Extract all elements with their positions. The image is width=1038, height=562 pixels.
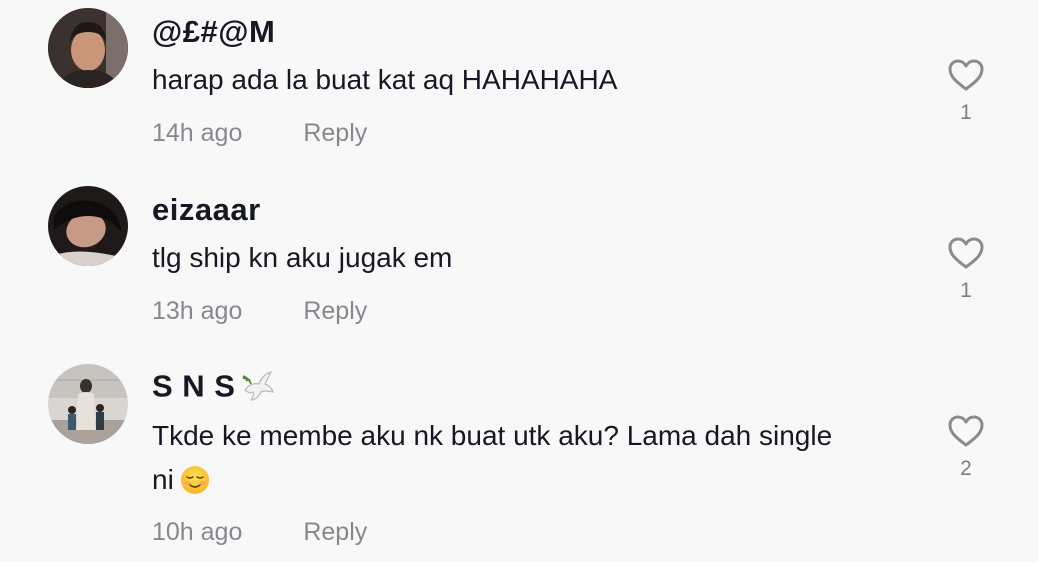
like-count: 2 [960,457,972,480]
reply-button[interactable]: Reply [303,119,367,147]
comment-text-content: Tkde ke membe aku nk buat utk aku? Lama … [152,420,833,495]
like-count: 1 [960,101,972,124]
comment-username[interactable]: @£#@M [152,16,275,47]
avatar-woman-photo-icon [48,186,128,266]
user-avatar[interactable] [48,8,128,88]
comment-meta: 14h ago Reply [152,121,367,146]
like-control: 1 [944,236,988,301]
comment-username[interactable]: S N S [152,370,275,407]
reply-button[interactable]: Reply [303,518,367,546]
heart-icon[interactable] [947,414,985,448]
avatar-man-photo-icon [48,8,128,88]
user-avatar[interactable] [48,186,128,266]
comment-timestamp: 10h ago [152,518,243,546]
comment-username-text: S N S [152,368,236,404]
comment-item: @£#@M harap ada la buat kat aq HAHAHAHA … [0,0,1038,180]
comment-timestamp: 14h ago [152,119,243,147]
comment-meta: 10h ago Reply [152,520,367,545]
user-avatar[interactable] [48,364,128,444]
comment-item: eizaaar tlg ship kn aku jugak em 13h ago… [0,180,1038,358]
comment-text: harap ada la buat kat aq HAHAHAHA [152,58,912,102]
comment-item: S N S Tkde ke membe aku nk buat utk aku?… [0,358,1038,562]
heart-icon[interactable] [947,236,985,270]
dove-icon [241,370,275,407]
comment-text-content: harap ada la buat kat aq HAHAHAHA [152,64,618,95]
avatar-family-photo-icon [48,364,128,444]
like-count: 1 [960,279,972,302]
heart-icon[interactable] [947,58,985,92]
comment-username[interactable]: eizaaar [152,194,261,225]
relieved-face-emoji-icon [180,464,210,508]
reply-button[interactable]: Reply [303,297,367,325]
comment-meta: 13h ago Reply [152,299,367,324]
comment-text: Tkde ke membe aku nk buat utk aku? Lama … [152,414,852,508]
comment-text: tlg ship kn aku jugak em [152,236,912,280]
comment-timestamp: 13h ago [152,297,243,325]
like-control: 2 [944,414,988,479]
comment-text-content: tlg ship kn aku jugak em [152,242,453,273]
like-control: 1 [944,58,988,123]
